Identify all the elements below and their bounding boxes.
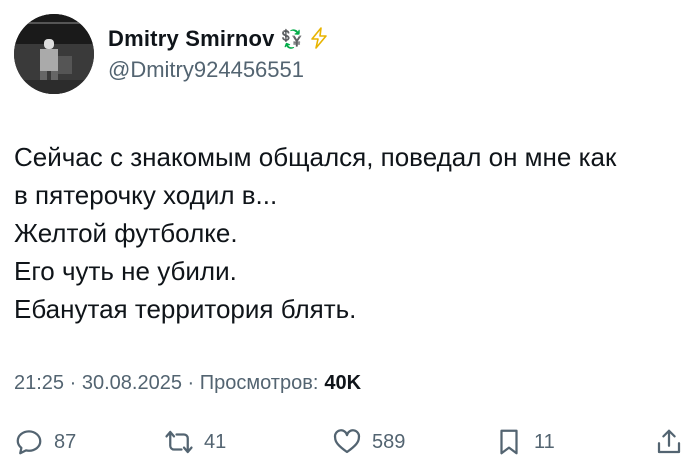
reply-icon bbox=[16, 430, 42, 455]
views-count: 40K bbox=[324, 372, 362, 394]
retweet-count: 41 bbox=[204, 430, 227, 453]
views-label: Просмотров: bbox=[199, 372, 319, 394]
like-count: 589 bbox=[372, 430, 406, 453]
tweet-date[interactable]: 30.08.2025 bbox=[82, 372, 182, 395]
reply-count: 87 bbox=[54, 430, 77, 453]
lightning-emoji-icon bbox=[309, 26, 329, 52]
share-icon bbox=[657, 429, 681, 454]
share-button[interactable] bbox=[654, 424, 684, 460]
tweet-line: Желтой футболке. bbox=[14, 218, 238, 248]
meta-separator: · bbox=[181, 372, 200, 394]
retweet-button[interactable]: 41 bbox=[164, 424, 226, 460]
tweet-line: в пятерочку ходил в... bbox=[14, 180, 278, 210]
tweet-text: Сейчас с знакомым общался, поведал он мн… bbox=[14, 138, 694, 328]
like-button[interactable]: 589 bbox=[332, 424, 405, 460]
tweet-line: Ебанутая территория блять. bbox=[14, 294, 357, 324]
reply-button[interactable]: 87 bbox=[14, 424, 76, 460]
bookmark-button[interactable]: 11 bbox=[494, 424, 555, 460]
bookmark-count: 11 bbox=[534, 430, 555, 453]
tweet-meta: 21:25 · 30.08.2025 · Просмотров: 40K bbox=[14, 372, 361, 395]
retweet-icon bbox=[165, 430, 193, 454]
meta-separator: · bbox=[64, 372, 82, 394]
tweet-line: Сейчас с знакомым общался, поведал он мн… bbox=[14, 142, 617, 172]
tweet-header: Dmitry Smirnov 💱 @Dmitry924456551 bbox=[14, 14, 329, 94]
display-name[interactable]: Dmitry Smirnov bbox=[108, 26, 275, 52]
bookmark-icon bbox=[500, 429, 518, 455]
action-bar: 87 41 589 11 bbox=[14, 424, 686, 460]
tweet-time[interactable]: 21:25 bbox=[14, 372, 64, 395]
currency-exchange-emoji-icon: 💱 bbox=[280, 29, 304, 49]
heart-icon bbox=[333, 429, 361, 454]
user-handle[interactable]: @Dmitry924456551 bbox=[108, 57, 329, 83]
avatar[interactable] bbox=[14, 14, 94, 94]
user-photo-icon bbox=[14, 14, 94, 94]
tweet-line: Его чуть не убили. bbox=[14, 256, 237, 286]
